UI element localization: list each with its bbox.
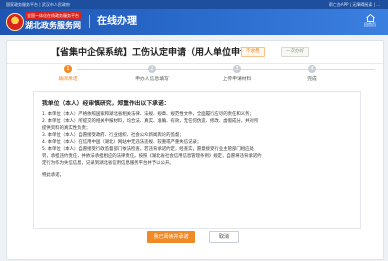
- step-1-dot: 1: [64, 65, 72, 73]
- commitment-item: 定行为作为失信信息，记录到湖北省信用信息服务平台并予以公开。: [42, 161, 174, 166]
- commitment-item: 罚，承担违约责任，并依法承担相应的法律责任。按照《湖北省社会信用信息管理条例》规…: [42, 154, 262, 159]
- commitment-item: 3. 本单位（本人）自愿接受政府、行业组织、社会公众新闻舆论的监督；: [42, 133, 184, 138]
- step-3-dot: 3: [233, 65, 241, 73]
- commitment-item: 提供资料的真实性负责；: [42, 126, 91, 131]
- commitment-box: 我单位（本人）经审慎研究，郑重作出以下承诺： 1. 本单位（本人）严格依照国家和…: [33, 91, 361, 229]
- fee-badge: 不收费: [241, 47, 265, 57]
- step-3-label: 上传申请材料: [222, 77, 252, 82]
- commitment-item: 5. 本单位（本人）自愿接受行政监督部门依法检查。若违背承诺约定，经查实，愿意接…: [42, 147, 254, 152]
- home-button[interactable]: 回首页: [360, 13, 380, 31]
- commitment-list: 1. 本单位（本人）严格依照国家和湖北省相关法律、法规、规章、规范性文件，全面履…: [42, 111, 354, 179]
- commitment-heading: 我单位（本人）经审慎研究，郑重作出以下承诺：: [42, 101, 170, 107]
- step-1-label: 填阅承诺: [58, 77, 78, 82]
- top-strip-left[interactable]: 国家政务服务平台 | 武汉市人民政府: [6, 0, 70, 9]
- site-logo[interactable]: 全国一体化在线政务服务平台 湖北政务服务网: [6, 12, 82, 32]
- form-card: 【省集中企保系统】工伤认定申请（用人单位申请） 不收费 一次办好 1 填阅承诺 …: [6, 40, 384, 260]
- card-header: 【省集中企保系统】工伤认定申请（用人单位申请） 不收费 一次办好: [7, 41, 383, 64]
- top-strip: 国家政务服务平台 | 武汉市人民政府 帮亡办APP | 无障碍阅读 | ...: [0, 0, 388, 9]
- agree-commit-button[interactable]: 我已阅读并承诺: [147, 231, 195, 243]
- home-icon: [365, 14, 375, 22]
- home-label: 回首页: [364, 22, 376, 27]
- commitment-item: 2. 本单位（本人）所提交的相关申报材料，均合法、真实、准确、有效，无任何伪造、…: [42, 119, 259, 124]
- progress-steps: 1 填阅承诺 2 申办人信息填写 3 上传申请材料 4 完成: [7, 65, 383, 91]
- step-2-dot: 2: [148, 65, 156, 73]
- page-title: 【省集中企保系统】工伤认定申请（用人单位申请）: [51, 48, 259, 58]
- commitment-closing: 特此承诺。: [42, 173, 64, 178]
- step-4-dot: 4: [308, 65, 316, 73]
- commitment-item: 4. 本单位（本人）在信用中国（湖北）网站中无违法违规、较重或严重失信记录；: [42, 140, 202, 145]
- site-banner: 全国一体化在线政务服务平台 湖北政务服务网 在线办理 回首页: [0, 9, 388, 35]
- step-connector: [77, 69, 375, 70]
- logo-subtitle: 全国一体化在线政务服务平台: [25, 12, 81, 19]
- logo-title: 湖北政务服务网: [25, 21, 81, 30]
- cancel-button[interactable]: 取消: [209, 231, 239, 243]
- commitment-item: 1. 本单位（本人）严格依照国家和湖北省相关法律、法规、规章、规范性文件，全面履…: [42, 112, 254, 117]
- emblem-icon: [6, 13, 24, 31]
- section-title: 在线办理: [89, 15, 137, 28]
- step-4-label: 完成: [307, 77, 317, 82]
- top-strip-right[interactable]: 帮亡办APP | 无障碍阅读 | ...: [329, 0, 380, 9]
- step-2-label: 申办人信息填写: [135, 77, 169, 82]
- one-visit-badge: 一次办好: [281, 47, 309, 57]
